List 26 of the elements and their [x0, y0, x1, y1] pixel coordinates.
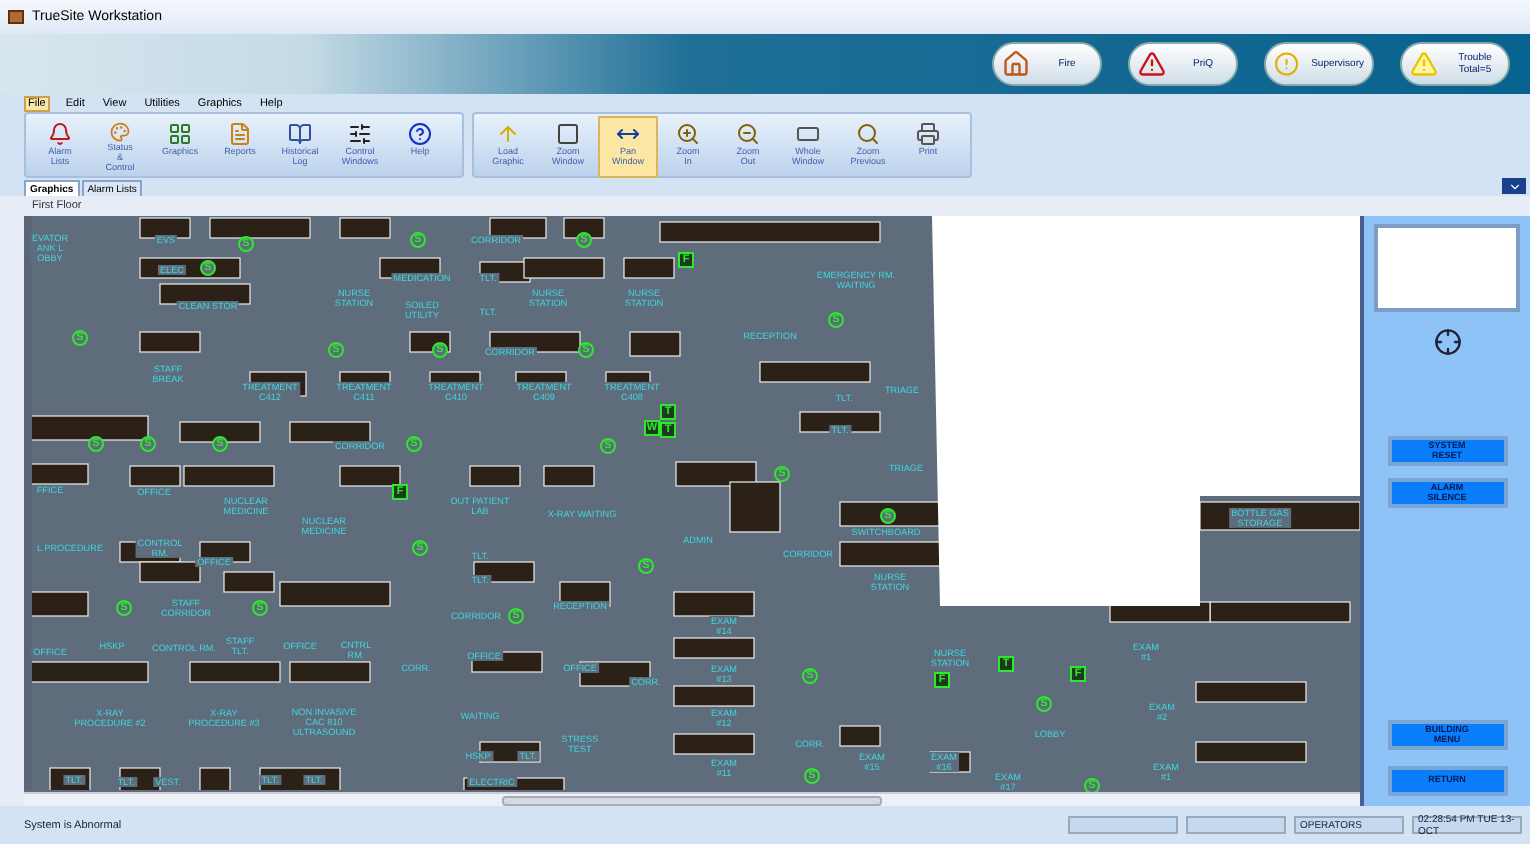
- warning-icon: [1138, 50, 1166, 78]
- grid-icon: [168, 122, 192, 146]
- dropdown-button[interactable]: [1502, 178, 1526, 194]
- zoom-out-icon: [736, 122, 760, 146]
- status-field: [1068, 816, 1178, 834]
- app-icon: [8, 10, 24, 24]
- status-field: [1186, 816, 1286, 834]
- printer-icon: [916, 122, 940, 146]
- arrow-up-icon: [496, 122, 520, 146]
- sliders-icon: [348, 122, 372, 146]
- bell-icon: [48, 122, 72, 146]
- rectangle-icon: [796, 122, 820, 146]
- book-icon: [288, 122, 312, 146]
- help-icon: [408, 122, 432, 146]
- magnifier-icon: [856, 122, 880, 146]
- caret-icon: [1507, 179, 1521, 193]
- warning-icon: [1410, 50, 1438, 78]
- exclamation-icon: [1274, 50, 1300, 78]
- crosshair-icon[interactable]: [1433, 328, 1461, 356]
- house-icon: [1002, 50, 1030, 78]
- minimap[interactable]: [1374, 224, 1520, 312]
- zoom-in-icon: [676, 122, 700, 146]
- document-icon: [228, 122, 252, 146]
- palette-icon: [108, 122, 132, 143]
- scrollbar-thumb[interactable]: [502, 795, 882, 805]
- square-icon: [556, 122, 580, 146]
